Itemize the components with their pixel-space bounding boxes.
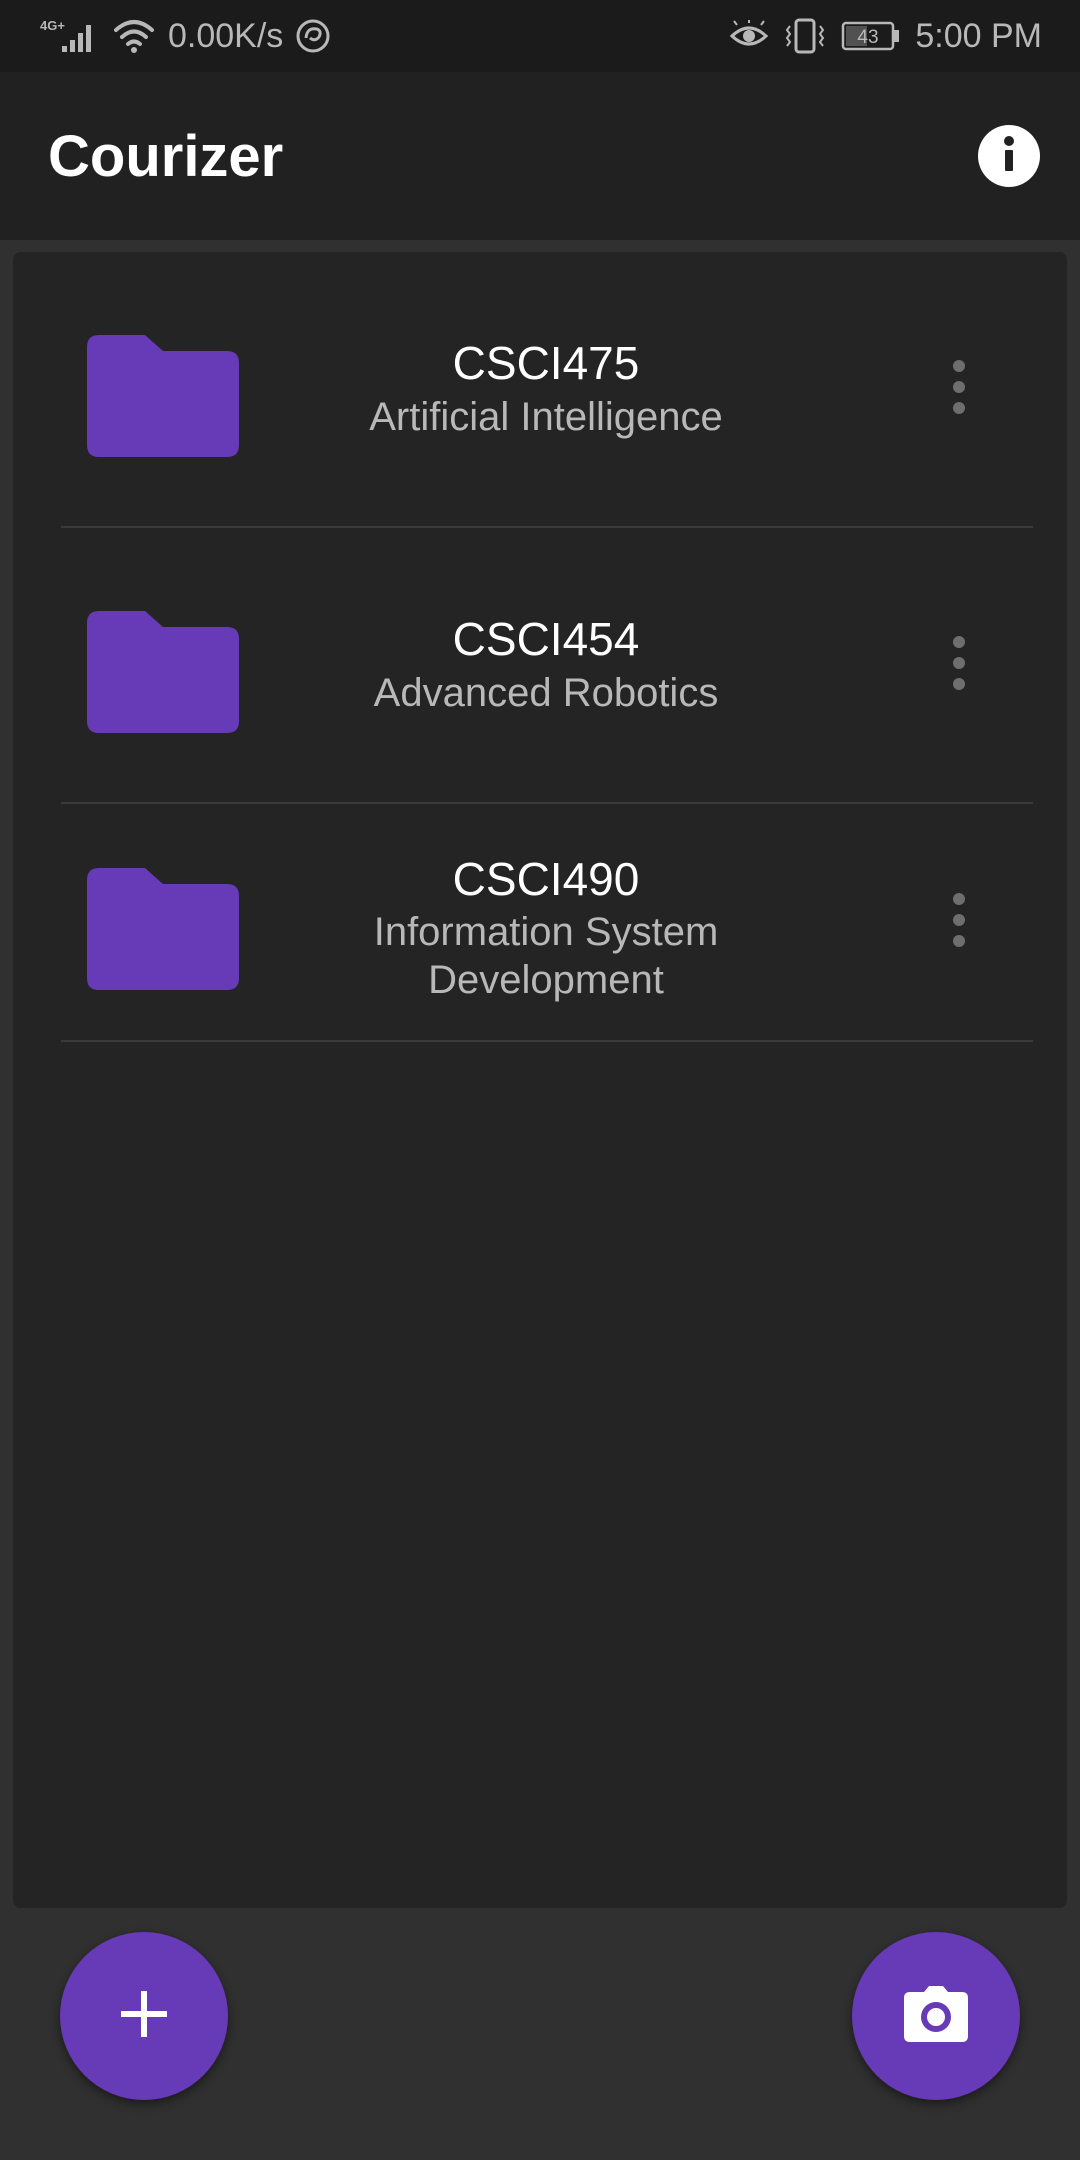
eye-comfort-icon: [729, 20, 769, 52]
camera-button[interactable]: [852, 1932, 1020, 2100]
info-button[interactable]: [978, 125, 1040, 187]
course-code: CSCI490: [452, 853, 640, 905]
list-item[interactable]: CSCI454 Advanced Robotics: [61, 528, 1033, 804]
vibrate-icon: [783, 18, 827, 54]
more-vert-icon: [952, 892, 966, 953]
signal-icon: 4G+: [40, 16, 100, 56]
folder-icon: [87, 868, 239, 990]
more-vert-icon: [952, 635, 966, 696]
course-code: CSCI454: [452, 613, 640, 665]
list-item[interactable]: CSCI475 Artificial Intelligence: [61, 252, 1033, 528]
course-text: CSCI475 Artificial Intelligence: [311, 334, 781, 442]
wifi-icon: [112, 16, 156, 56]
app-notification-icon: [295, 18, 331, 54]
camera-icon: [904, 1985, 968, 2047]
app-title: Courizer: [48, 123, 284, 189]
course-text: CSCI490 Information System Development: [311, 850, 781, 1004]
app-bar: Courizer: [0, 72, 1080, 240]
course-list: CSCI475 Artificial Intelligence CSCI454 …: [13, 252, 1067, 1908]
battery-level: 43: [858, 27, 879, 48]
network-speed: 0.00K/s: [168, 16, 284, 55]
folder-icon: [87, 335, 239, 457]
course-text: CSCI454 Advanced Robotics: [311, 610, 781, 718]
status-bar: 4G+ 0.00K/s 43 5:00 PM: [0, 0, 1080, 72]
course-code: CSCI475: [452, 337, 640, 389]
plus-icon: [119, 1989, 169, 2044]
network-type: 4G+: [40, 18, 65, 33]
more-options-button[interactable]: [937, 353, 981, 425]
add-course-button[interactable]: [60, 1932, 228, 2100]
status-right: 43 5:00 PM: [715, 0, 1042, 72]
list-item[interactable]: CSCI490 Information System Development: [61, 804, 1033, 1042]
course-name: Artificial Intelligence: [369, 395, 723, 439]
status-left: 4G+ 0.00K/s: [40, 0, 343, 72]
course-name: Information System Development: [373, 910, 719, 1002]
more-options-button[interactable]: [937, 886, 981, 958]
info-icon: [978, 123, 1040, 190]
more-options-button[interactable]: [937, 629, 981, 701]
clock: 5:00 PM: [915, 16, 1042, 55]
folder-icon: [87, 611, 239, 733]
more-vert-icon: [952, 359, 966, 420]
battery-icon: 43: [841, 19, 901, 53]
course-name: Advanced Robotics: [373, 671, 719, 715]
